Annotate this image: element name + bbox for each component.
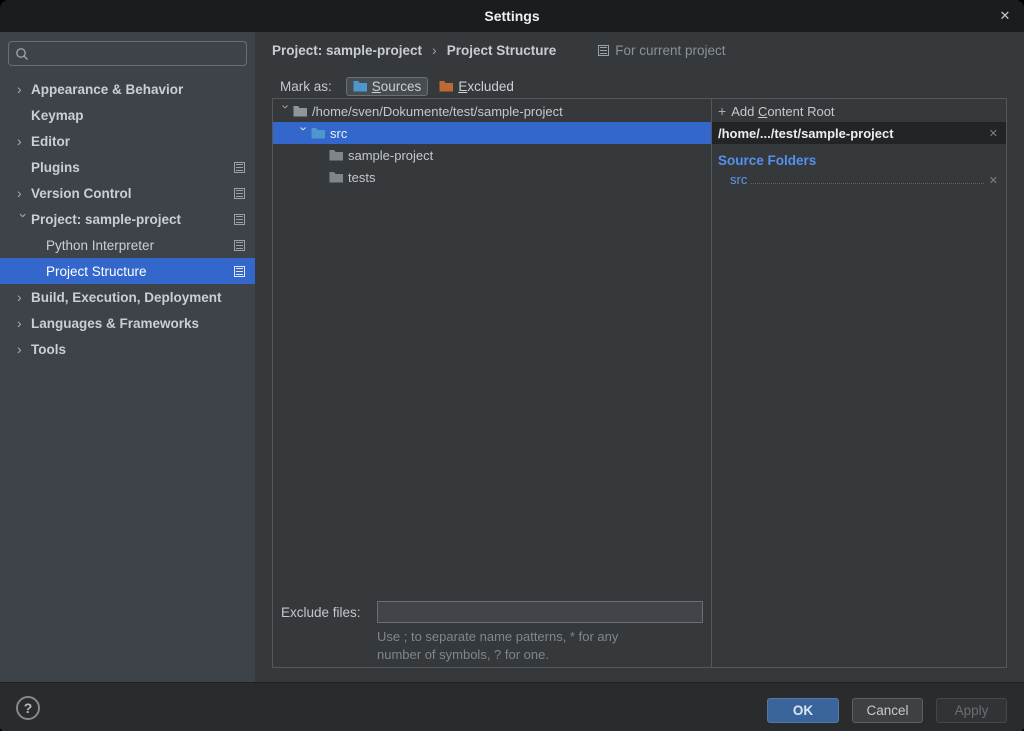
sidebar-item-languages-frameworks[interactable]: › Languages & Frameworks xyxy=(0,310,255,336)
source-folder-entry[interactable]: src ✕ xyxy=(730,172,998,187)
per-project-settings-icon xyxy=(234,162,245,173)
ok-button[interactable]: OK xyxy=(767,698,839,723)
settings-search-box[interactable] xyxy=(8,41,247,66)
source-folders-heading: Source Folders xyxy=(718,153,1006,168)
chevron-down-icon[interactable]: › xyxy=(17,213,31,227)
project-structure-panels: › /home/sven/Dokumente/test/sample-proje… xyxy=(272,98,1007,668)
chevron-down-icon[interactable]: › xyxy=(279,104,294,118)
title-bar: Settings ✕ xyxy=(0,0,1024,32)
folder-icon xyxy=(329,171,343,183)
cancel-button[interactable]: Cancel xyxy=(852,698,923,723)
sidebar-item-project[interactable]: › Project: sample-project xyxy=(0,206,255,232)
tree-row-src[interactable]: › src xyxy=(273,122,711,144)
remove-content-root-icon[interactable]: ✕ xyxy=(989,127,998,140)
sidebar-item-label: Project: sample-project xyxy=(31,212,181,227)
per-project-settings-icon xyxy=(234,188,245,199)
sidebar-item-label: Languages & Frameworks xyxy=(31,316,199,331)
hint-line-2: number of symbols, ? for one. xyxy=(377,646,707,664)
remove-source-folder-icon[interactable]: ✕ xyxy=(989,174,998,187)
exclude-files-label: Exclude files: xyxy=(281,605,377,620)
scope-note: For current project xyxy=(598,43,725,58)
breadcrumb: Project: sample-project › Project Struct… xyxy=(272,40,1007,60)
close-icon[interactable]: ✕ xyxy=(996,7,1014,25)
folder-excluded-icon xyxy=(439,80,453,92)
search-input[interactable] xyxy=(34,46,240,61)
tree-row-sample-project[interactable]: sample-project xyxy=(273,144,711,166)
tree-row-label: sample-project xyxy=(348,148,433,163)
chevron-right-icon[interactable]: › xyxy=(17,290,31,304)
hint-line-1: Use ; to separate name patterns, * for a… xyxy=(377,628,707,646)
dialog-title: Settings xyxy=(484,8,539,24)
per-project-settings-icon xyxy=(234,240,245,251)
sidebar-item-editor[interactable]: › Editor xyxy=(0,128,255,154)
sidebar-item-label: Project Structure xyxy=(46,264,147,279)
sidebar-item-build-execution-deployment[interactable]: › Build, Execution, Deployment xyxy=(0,284,255,310)
settings-dialog: Settings ✕ › Appearance & Behavior Keyma… xyxy=(0,0,1024,731)
content-root-details: + Add Content Root /home/.../test/sample… xyxy=(712,99,1006,667)
mark-as-label: Mark as: xyxy=(280,79,332,94)
chevron-right-icon[interactable]: › xyxy=(17,82,31,96)
add-content-root-button[interactable]: + Add Content Root xyxy=(712,100,1006,122)
mark-as-toolbar: Mark as: Sources Excluded xyxy=(280,74,521,98)
settings-sidebar: › Appearance & Behavior Keymap › Editor … xyxy=(0,32,255,682)
settings-content: Project: sample-project › Project Struct… xyxy=(255,32,1024,682)
exclude-files-row: Exclude files: xyxy=(273,601,711,623)
sidebar-item-label: Version Control xyxy=(31,186,132,201)
sidebar-item-project-structure[interactable]: Project Structure xyxy=(0,258,255,284)
sidebar-item-version-control[interactable]: › Version Control xyxy=(0,180,255,206)
tree-row-tests[interactable]: tests xyxy=(273,166,711,188)
per-project-settings-icon xyxy=(234,266,245,277)
dialog-footer: ? OK Cancel Apply xyxy=(0,682,1024,731)
mark-as-excluded-button[interactable]: Excluded xyxy=(432,77,521,96)
sidebar-item-plugins[interactable]: Plugins xyxy=(0,154,255,180)
content-root-path: /home/.../test/sample-project xyxy=(718,126,989,141)
tree-row-label: tests xyxy=(348,170,375,185)
sidebar-item-label: Build, Execution, Deployment xyxy=(31,290,222,305)
exclude-files-hint: Use ; to separate name patterns, * for a… xyxy=(377,628,707,664)
dotted-leader xyxy=(751,183,983,184)
chevron-right-icon[interactable]: › xyxy=(17,134,31,148)
search-icon xyxy=(15,47,29,61)
per-project-settings-icon xyxy=(598,45,609,56)
folder-icon xyxy=(329,149,343,161)
sidebar-item-label: Python Interpreter xyxy=(46,238,154,253)
content-root-entry[interactable]: /home/.../test/sample-project ✕ xyxy=(712,122,1006,144)
source-folder-name: src xyxy=(730,172,747,187)
sidebar-item-label: Tools xyxy=(31,342,66,357)
help-button[interactable]: ? xyxy=(16,696,40,720)
sidebar-item-label: Editor xyxy=(31,134,70,149)
plus-icon: + xyxy=(718,103,726,119)
settings-category-list: › Appearance & Behavior Keymap › Editor … xyxy=(0,76,255,362)
sources-label: Sources xyxy=(372,79,422,94)
content-root-tree: › /home/sven/Dokumente/test/sample-proje… xyxy=(273,99,712,667)
breadcrumb-separator-icon: › xyxy=(432,42,437,58)
sidebar-item-label: Appearance & Behavior xyxy=(31,82,183,97)
sidebar-item-python-interpreter[interactable]: Python Interpreter xyxy=(0,232,255,258)
excluded-label: Excluded xyxy=(458,79,514,94)
add-content-root-label: Add Content Root xyxy=(731,104,834,119)
chevron-right-icon[interactable]: › xyxy=(17,316,31,330)
sidebar-item-tools[interactable]: › Tools xyxy=(0,336,255,362)
folder-sources-icon xyxy=(353,80,367,92)
exclude-files-input[interactable] xyxy=(377,601,703,623)
sidebar-item-label: Keymap xyxy=(31,108,84,123)
scope-note-label: For current project xyxy=(615,43,725,58)
chevron-right-icon[interactable]: › xyxy=(17,186,31,200)
chevron-right-icon[interactable]: › xyxy=(17,342,31,356)
folder-icon xyxy=(293,105,307,117)
sidebar-item-label: Plugins xyxy=(31,160,80,175)
breadcrumb-project: Project: sample-project xyxy=(272,43,422,58)
tree-row-content-root[interactable]: › /home/sven/Dokumente/test/sample-proje… xyxy=(273,100,711,122)
sidebar-item-appearance-behavior[interactable]: › Appearance & Behavior xyxy=(0,76,255,102)
tree-row-label: src xyxy=(330,126,347,141)
apply-button[interactable]: Apply xyxy=(936,698,1007,723)
tree-row-label: /home/sven/Dokumente/test/sample-project xyxy=(312,104,563,119)
per-project-settings-icon xyxy=(234,214,245,225)
sidebar-item-keymap[interactable]: Keymap xyxy=(0,102,255,128)
chevron-down-icon[interactable]: › xyxy=(297,126,312,140)
folder-source-icon xyxy=(311,127,325,139)
page-title: Project Structure xyxy=(447,43,557,58)
mark-as-sources-button[interactable]: Sources xyxy=(346,77,429,96)
